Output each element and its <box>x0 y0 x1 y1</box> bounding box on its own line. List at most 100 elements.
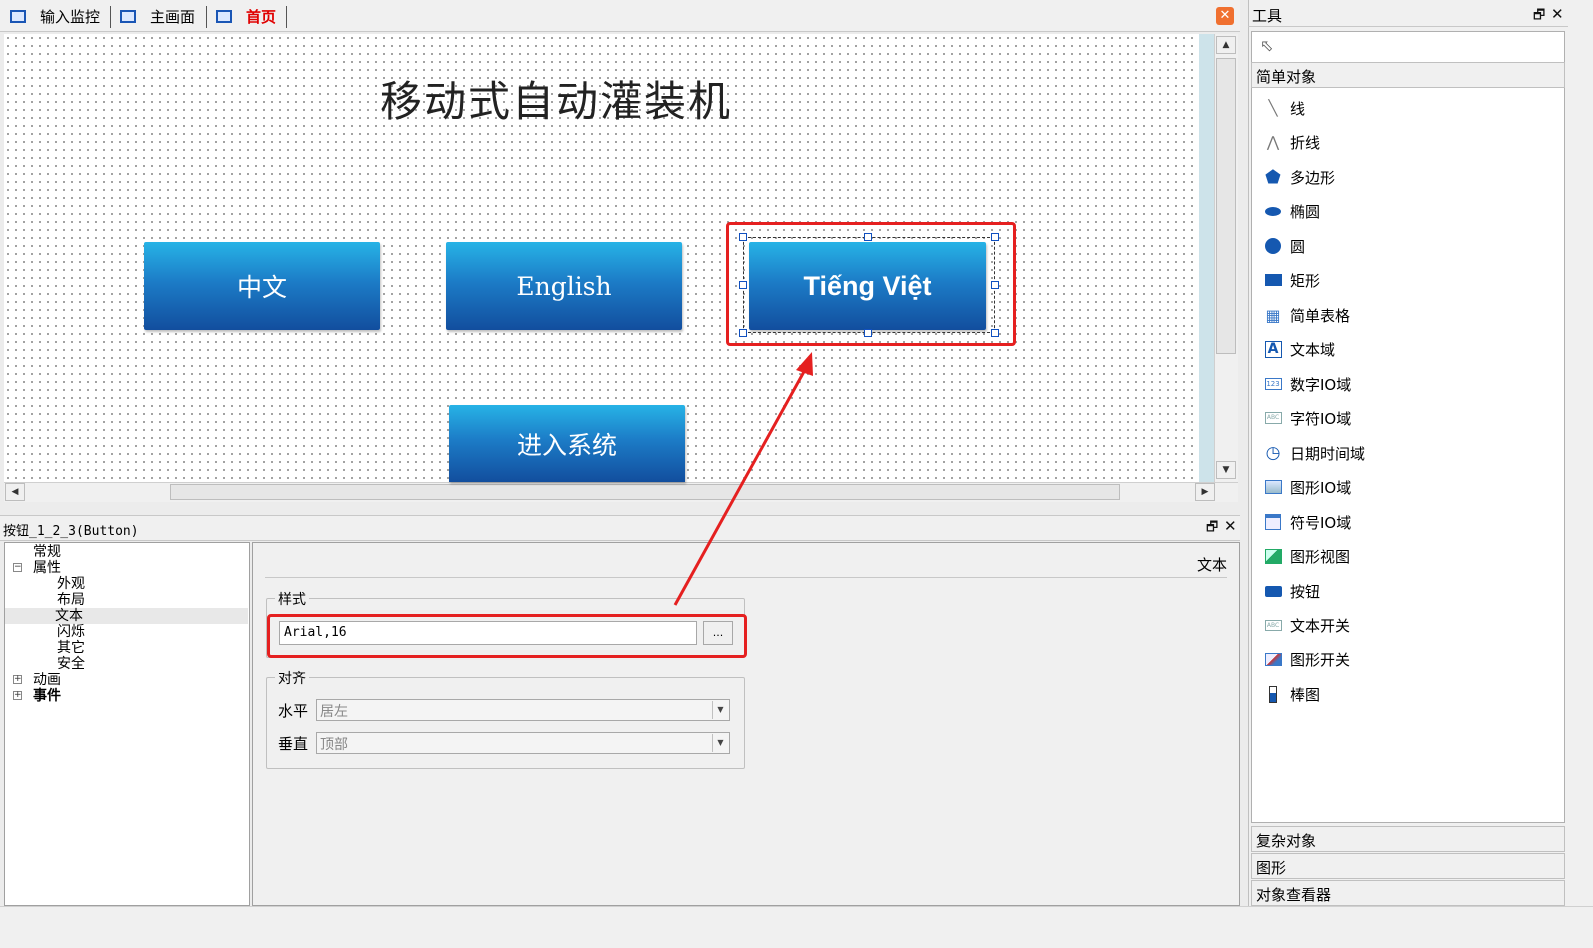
close-icon[interactable]: ✕ <box>1224 517 1237 535</box>
text-switch-icon: ABC <box>1264 616 1282 634</box>
text-field-icon: A <box>1264 340 1282 358</box>
polyline-icon: ⋀ <box>1266 133 1280 151</box>
tool-rectangle[interactable]: 矩形 <box>1264 269 1320 291</box>
tool-datetime[interactable]: ◷ 日期时间域 <box>1264 442 1365 464</box>
scroll-right-icon[interactable]: ▶ <box>1195 483 1215 501</box>
enter-system-button[interactable]: 进入系统 <box>449 405 685 482</box>
char-io-icon: ABC <box>1264 409 1282 427</box>
tree-item-flash[interactable]: 闪烁 <box>57 624 85 640</box>
tool-char-io[interactable]: ABC 字符IO域 <box>1264 407 1351 429</box>
chevron-down-icon[interactable]: ▼ <box>712 734 728 752</box>
scroll-up-icon[interactable]: ▲ <box>1216 36 1236 54</box>
tools-header: 工具 <box>1248 3 1568 27</box>
tool-graphic-io[interactable]: 图形IO域 <box>1264 476 1351 498</box>
tool-graphic-view[interactable]: 图形视图 <box>1264 545 1350 567</box>
canvas-margin <box>1199 34 1214 482</box>
screen-icon <box>10 10 26 23</box>
close-icon[interactable]: ✕ <box>1551 5 1564 23</box>
tool-label: 圆 <box>1290 237 1306 256</box>
tab-separator <box>206 6 207 28</box>
alignment-group: 对齐 <box>266 668 745 769</box>
tool-polygon[interactable]: ⬟ 多边形 <box>1264 166 1335 188</box>
screen-icon <box>120 10 136 23</box>
tool-label: 棒图 <box>1290 685 1321 704</box>
tab-home[interactable]: 首页 <box>210 3 276 30</box>
tool-label: 文本开关 <box>1290 616 1351 635</box>
tool-label: 文本域 <box>1290 340 1336 359</box>
chinese-button[interactable]: 中文 <box>144 242 380 330</box>
horizontal-scroll-thumb[interactable] <box>170 484 1120 500</box>
tree-item-properties[interactable]: 属性 <box>33 560 61 576</box>
english-button[interactable]: English <box>446 242 682 330</box>
expand-icon[interactable]: + <box>13 691 22 700</box>
tool-text-field[interactable]: A 文本域 <box>1264 338 1335 360</box>
graphic-view-icon <box>1264 547 1282 565</box>
highlight-box-button <box>726 222 1016 346</box>
tool-button[interactable]: 按钮 <box>1264 580 1320 602</box>
horizontal-align-value: 居左 <box>320 704 348 720</box>
tool-line[interactable]: ╲ 线 <box>1264 97 1305 119</box>
numeric-io-icon: 123 <box>1264 378 1282 390</box>
status-bar <box>0 906 1593 948</box>
tree-item-text[interactable]: 文本 <box>5 608 248 624</box>
tree-item-events[interactable]: 事件 <box>33 688 61 704</box>
section-title: 文本 <box>1197 556 1228 574</box>
simple-objects-header[interactable]: 简单对象 <box>1251 62 1565 88</box>
tool-polyline[interactable]: ⋀ 折线 <box>1264 131 1320 153</box>
tools-title: 工具 <box>1252 7 1283 25</box>
horizontal-label: 水平 <box>278 702 309 720</box>
tab-separator <box>286 6 287 28</box>
tool-ellipse[interactable]: 椭圆 <box>1264 200 1320 222</box>
graphic-switch-icon <box>1264 650 1282 668</box>
tree-item-other[interactable]: 其它 <box>57 640 85 656</box>
tab-main-screen[interactable]: 主画面 <box>114 3 195 30</box>
screen-icon <box>216 10 232 23</box>
scroll-left-icon[interactable]: ◀ <box>5 483 25 501</box>
tree-item-animation[interactable]: 动画 <box>33 672 61 688</box>
table-icon: ▦ <box>1265 305 1281 325</box>
tool-symbol-io[interactable]: 符号IO域 <box>1264 511 1351 533</box>
object-viewer-header[interactable]: 对象查看器 <box>1251 880 1565 906</box>
pointer-icon[interactable]: ⬁ <box>1260 36 1273 55</box>
tool-label: 图形开关 <box>1290 650 1351 669</box>
tab-separator <box>110 6 111 28</box>
symbol-io-icon <box>1264 513 1282 531</box>
restore-icon[interactable]: 🗗 <box>1206 518 1218 540</box>
properties-header: 按钮_1_2_3(Button) <box>0 515 1240 541</box>
collapse-icon[interactable]: − <box>13 563 22 572</box>
tool-label: 图形IO域 <box>1290 478 1352 497</box>
tool-graphic-switch[interactable]: 图形开关 <box>1264 648 1350 670</box>
tool-circle[interactable]: 圆 <box>1264 235 1305 257</box>
complex-objects-header[interactable]: 复杂对象 <box>1251 826 1565 852</box>
restore-icon[interactable]: 🗗 <box>1533 6 1545 28</box>
tab-input-monitor[interactable]: 输入监控 <box>4 3 100 30</box>
vertical-align-select[interactable]: 顶部 ▼ <box>316 732 730 754</box>
tool-label: 按钮 <box>1290 582 1321 601</box>
rectangle-icon <box>1264 271 1282 289</box>
tree-item-appearance[interactable]: 外观 <box>57 576 85 592</box>
close-icon[interactable]: ✕ <box>1216 7 1234 25</box>
tool-label: 符号IO域 <box>1290 513 1352 532</box>
tool-text-switch[interactable]: ABC 文本开关 <box>1264 614 1350 636</box>
tool-label: 字符IO域 <box>1290 409 1352 428</box>
bar-graph-icon <box>1264 685 1282 703</box>
line-icon: ╲ <box>1268 99 1278 117</box>
vertical-scroll-thumb[interactable] <box>1216 58 1236 354</box>
tool-bar-graph[interactable]: 棒图 <box>1264 683 1320 705</box>
tree-item-general[interactable]: 常规 <box>33 544 61 560</box>
tree-item-layout[interactable]: 布局 <box>57 592 85 608</box>
tool-simple-table[interactable]: ▦ 简单表格 <box>1264 304 1350 326</box>
properties-title: 按钮_1_2_3(Button) <box>3 524 139 539</box>
tree-item-security[interactable]: 安全 <box>57 656 85 672</box>
expand-icon[interactable]: + <box>13 675 22 684</box>
tool-label: 数字IO域 <box>1290 375 1352 394</box>
ellipse-icon <box>1264 202 1282 220</box>
scroll-down-icon[interactable]: ▼ <box>1216 461 1236 479</box>
tool-numeric-io[interactable]: 123 数字IO域 <box>1264 373 1351 395</box>
alignment-group-title: 对齐 <box>275 668 309 688</box>
button-icon <box>1264 582 1282 600</box>
graphics-header[interactable]: 图形 <box>1251 853 1565 879</box>
horizontal-align-select[interactable]: 居左 ▼ <box>316 699 730 721</box>
chevron-down-icon[interactable]: ▼ <box>712 701 728 719</box>
tool-label: 多边形 <box>1290 168 1336 187</box>
